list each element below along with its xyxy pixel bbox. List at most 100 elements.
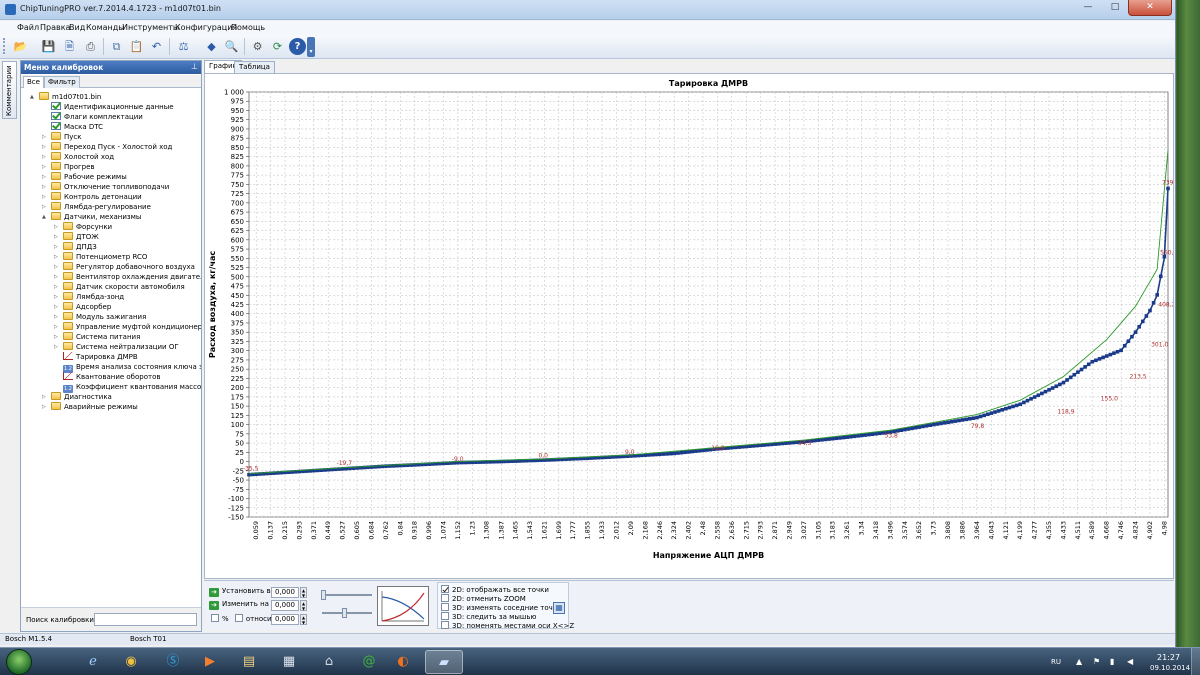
clock-date[interactable]: 09.10.2014 [1150, 664, 1190, 675]
copy-icon[interactable]: ⧉ [108, 38, 125, 55]
tab-filter[interactable]: Фильтр [44, 76, 80, 88]
tree-item[interactable]: ▷ Адсорбер [54, 302, 111, 312]
tree-item[interactable]: 1.2Время анализа состояния ключа зажиг [63, 362, 201, 373]
horizontal-slider-track[interactable] [322, 594, 372, 596]
comments-side-tab[interactable]: Комментарии [2, 61, 17, 119]
grid-icon[interactable]: ▦ [553, 602, 565, 614]
tree-item[interactable]: Идентификационные данные [51, 102, 174, 112]
close-button[interactable]: ✕ [1128, 0, 1172, 16]
tree-item[interactable]: ▲ m1d07t01.bin [30, 92, 101, 102]
option-checkbox[interactable] [441, 621, 449, 629]
tree-item[interactable]: ▷ Прогрев [42, 162, 95, 172]
expand-toggle-icon[interactable]: ▷ [42, 192, 46, 202]
email-icon[interactable]: @ [353, 650, 385, 674]
option-checkbox[interactable] [441, 612, 449, 620]
option-row[interactable]: 3D: поменять местами оси X<>Z [441, 621, 574, 633]
firefox-icon[interactable]: ◐ [387, 650, 419, 674]
calendar-icon[interactable]: ▦ [273, 650, 305, 674]
settings-icon[interactable]: ⚙ [249, 38, 266, 55]
menu-configuration[interactable]: Конфигурация [175, 23, 237, 32]
expand-toggle-icon[interactable]: ▷ [54, 272, 58, 282]
tree-item[interactable]: Квантование оборотов [63, 372, 161, 382]
expand-toggle-icon[interactable]: ▷ [54, 232, 58, 242]
expand-toggle-icon[interactable]: ▷ [54, 322, 58, 332]
expand-toggle-icon[interactable]: ▷ [54, 282, 58, 292]
tree-item[interactable]: ▷ Переход Пуск - Холостой ход [42, 142, 172, 152]
tray-flag-icon[interactable]: ⚑ [1093, 657, 1100, 675]
menu-help[interactable]: Помощь [231, 23, 265, 32]
tree-item[interactable]: ▷ Аварийные режимы [42, 402, 138, 412]
tree-item[interactable]: ▷ Холостой ход [42, 152, 114, 162]
paste-icon[interactable]: 📋 [128, 38, 145, 55]
option-checkbox[interactable] [441, 603, 449, 611]
expand-toggle-icon[interactable]: ▷ [54, 252, 58, 262]
tree-item[interactable]: ▷ Регулятор добавочного воздуха [54, 262, 195, 272]
tree-item[interactable]: ▷ Датчик скорости автомобиля [54, 282, 185, 292]
toolbar-overflow-button[interactable]: ▾ [307, 37, 315, 57]
tree-item[interactable]: ▷ Отключение топливоподачи [42, 182, 169, 192]
expand-toggle-icon[interactable]: ▷ [54, 342, 58, 352]
expand-toggle-icon[interactable]: ▷ [42, 152, 46, 162]
tab-all[interactable]: Все [23, 76, 44, 88]
tree-item[interactable]: ▷ Лямбда-регулирование [42, 202, 151, 212]
expand-toggle-icon[interactable]: ▷ [42, 142, 46, 152]
toolbar-grip[interactable] [3, 38, 6, 54]
print-icon[interactable]: ⎙ [82, 38, 99, 55]
option-checkbox[interactable] [441, 585, 449, 593]
show-desktop-button[interactable] [1191, 648, 1200, 675]
curve-preview-icon[interactable] [377, 586, 429, 626]
relative-value-spinner[interactable]: ▲ ▼ [300, 614, 307, 625]
expand-toggle-icon[interactable]: ▷ [54, 332, 58, 342]
tree-item[interactable]: ▷ Пуск [42, 132, 81, 142]
search-icon[interactable]: 🔍 [223, 38, 240, 55]
tree-item[interactable]: Маска DTC [51, 122, 103, 132]
network-icon[interactable]: ⌂ [313, 650, 345, 674]
refresh-icon[interactable]: ⟳ [269, 38, 286, 55]
tree-item[interactable]: ▷ Диагностика [42, 392, 112, 402]
tree-item[interactable]: 1.2Коэффициент квантования массового [63, 382, 201, 393]
expand-toggle-icon[interactable]: ▷ [54, 222, 58, 232]
tree-item[interactable]: Тарировка ДМРВ [63, 352, 138, 362]
chrome-icon[interactable]: ◉ [115, 650, 147, 674]
change-value-input[interactable]: 0,000 [271, 600, 299, 611]
relative-value-input[interactable]: 0,000 [271, 614, 299, 625]
help-icon[interactable]: ? [289, 38, 306, 55]
change-value-spinner[interactable]: ▲ ▼ [300, 600, 307, 611]
set-value-input[interactable]: 0,000 [271, 587, 299, 598]
expand-toggle-icon[interactable]: ▲ [42, 212, 46, 222]
minimize-button[interactable]: — [1075, 0, 1101, 16]
option-checkbox[interactable] [441, 594, 449, 602]
pin-icon[interactable]: ⊥ [191, 62, 198, 71]
tree-item[interactable]: ▷ Контроль детонации [42, 192, 142, 202]
expand-toggle-icon[interactable]: ▷ [54, 302, 58, 312]
expand-toggle-icon[interactable]: ▷ [42, 202, 46, 212]
start-button[interactable] [6, 649, 32, 675]
tree-item[interactable]: ▷ Управление муфтой кондиционера [54, 322, 201, 332]
tree-item[interactable]: ▷ Лямбда-зонд [54, 292, 124, 302]
expand-toggle-icon[interactable]: ▲ [30, 92, 34, 102]
tree-item[interactable]: ▷ Система питания [54, 332, 140, 342]
tree-item[interactable]: ▲ Датчики, механизмы [42, 212, 141, 222]
tray-arrow-icon[interactable]: ▲ [1076, 657, 1082, 675]
expand-toggle-icon[interactable]: ▷ [42, 402, 46, 412]
tree-item[interactable]: ▷ Вентилятор охлаждения двигателя [54, 272, 201, 282]
vertical-slider-track[interactable] [322, 612, 372, 614]
ie-icon[interactable]: ℯ [77, 650, 109, 674]
volume-icon[interactable]: ◀ [1127, 657, 1133, 675]
expand-toggle-icon[interactable]: ▷ [42, 172, 46, 182]
expand-toggle-icon[interactable]: ▷ [42, 132, 46, 142]
chart-area[interactable]: Тарировка ДМРВ -150 -125 -100 -75 -50 -25 0 25 50… [204, 73, 1174, 579]
menu-commands[interactable]: Команды [86, 23, 125, 32]
language-indicator[interactable]: RU [1051, 658, 1061, 675]
horizontal-slider-thumb[interactable] [321, 590, 326, 600]
tree-item[interactable]: ▷ ДПДЗ [54, 242, 97, 252]
network-tray-icon[interactable]: ▮ [1110, 657, 1114, 675]
maximize-button[interactable]: □ [1102, 0, 1128, 16]
save-icon[interactable]: 💾 [40, 38, 57, 55]
chiptuning-icon[interactable]: ▰ [425, 650, 463, 674]
expand-toggle-icon[interactable]: ▷ [54, 262, 58, 272]
tree-item[interactable]: ▷ Потенциометр RCO [54, 252, 147, 262]
apply-arrow-icon[interactable]: ➔ [209, 601, 219, 610]
compare-icon[interactable]: ⚖ [175, 38, 192, 55]
skype-icon[interactable]: Ⓢ [157, 650, 189, 674]
